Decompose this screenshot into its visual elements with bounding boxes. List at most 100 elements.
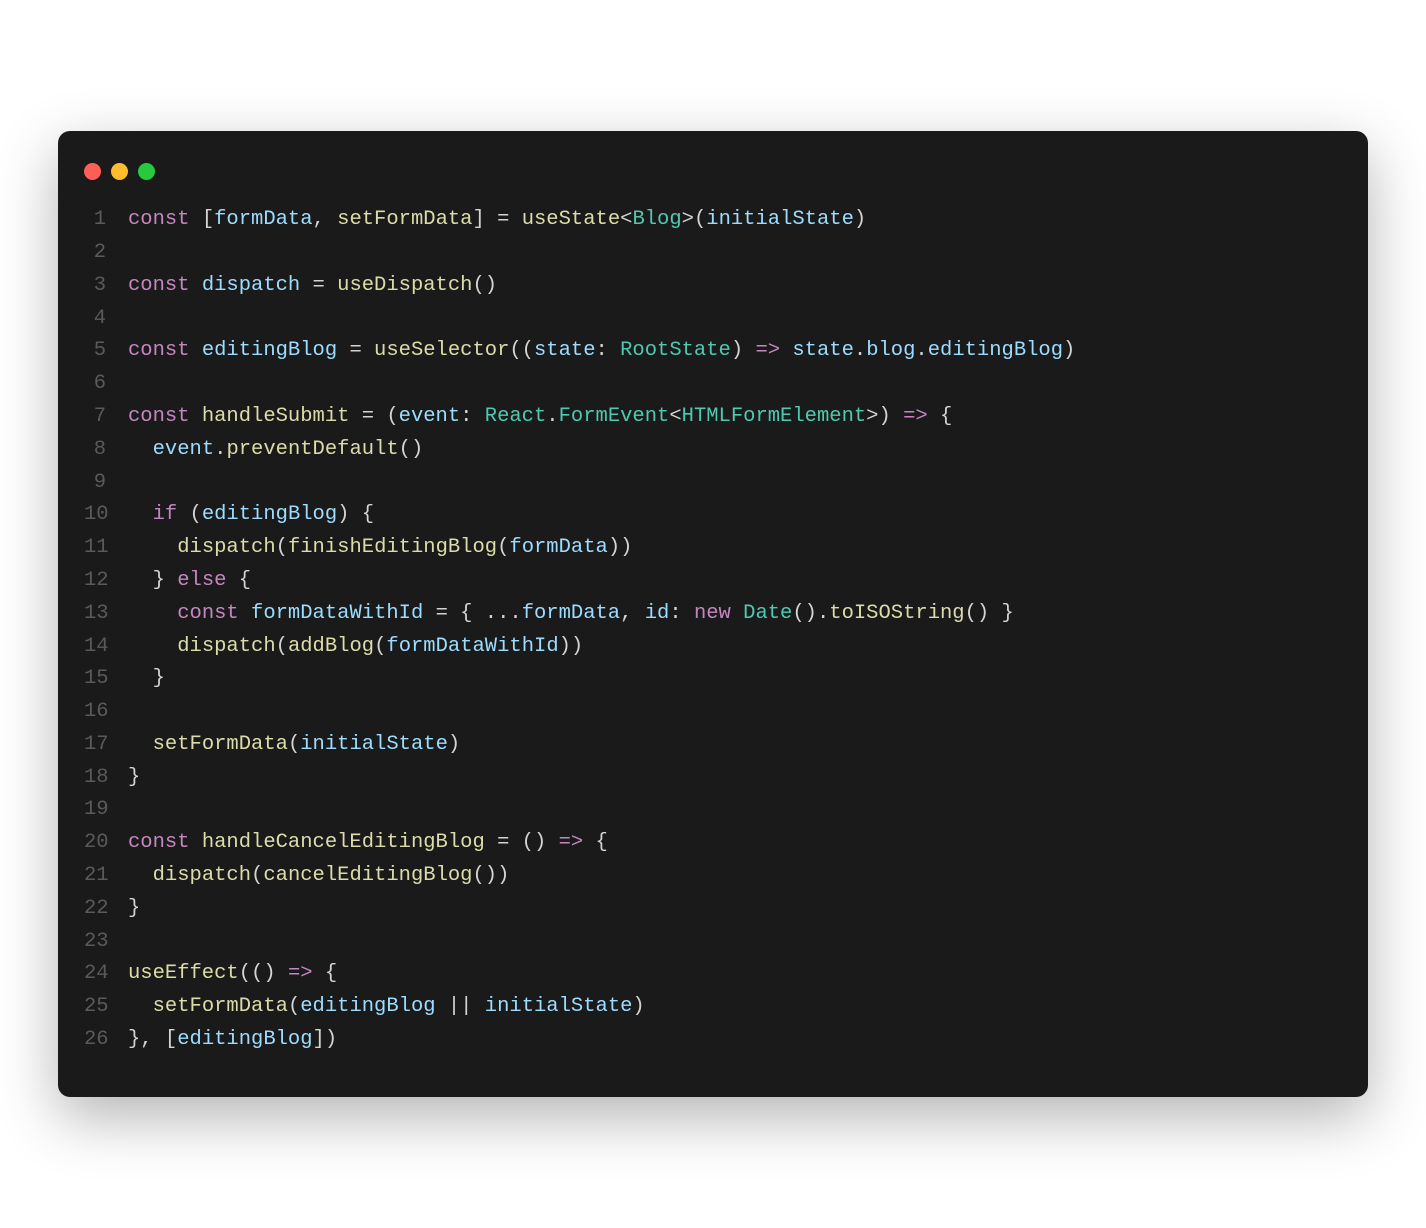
token-kw: const	[128, 831, 202, 854]
token-prop: blog	[866, 339, 915, 362]
token-punct: ,	[620, 602, 645, 625]
code-line: 25 setFormData(editingBlog || initialSta…	[84, 991, 1342, 1024]
token-punct: .	[915, 339, 927, 362]
token-punct: {	[313, 962, 338, 985]
token-punct: (	[276, 536, 288, 559]
line-number: 6	[84, 368, 128, 401]
token-prop: editingBlog	[928, 339, 1063, 362]
token-punct: }	[128, 897, 140, 920]
token-fn: cancelEditingBlog	[263, 864, 472, 887]
code-line: 1const [formData, setFormData] = useStat…	[84, 204, 1342, 237]
code-window: 1const [formData, setFormData] = useStat…	[58, 131, 1368, 1097]
code-content: const editingBlog = useSelector((state: …	[128, 335, 1075, 368]
token-punct	[128, 864, 153, 887]
minimize-icon[interactable]	[111, 163, 128, 180]
token-id: editingBlog	[300, 995, 435, 1018]
token-id: editingBlog	[177, 1028, 312, 1051]
token-id: dispatch	[202, 274, 300, 297]
token-fn: useDispatch	[337, 274, 472, 297]
token-fn: setFormData	[153, 995, 288, 1018]
token-punct: .	[214, 438, 226, 461]
token-kw: if	[153, 503, 178, 526]
token-punct: )	[1063, 339, 1075, 362]
code-line: 12 } else {	[84, 565, 1342, 598]
window-titlebar	[58, 155, 1368, 204]
token-type: RootState	[620, 339, 731, 362]
token-prop: id	[645, 602, 670, 625]
code-line: 6	[84, 368, 1342, 401]
token-punct: = ()	[485, 831, 559, 854]
code-content: const [formData, setFormData] = useState…	[128, 204, 866, 237]
token-fn: useState	[522, 208, 620, 231]
code-content: setFormData(editingBlog || initialState)	[128, 991, 645, 1024]
code-line: 5const editingBlog = useSelector((state:…	[84, 335, 1342, 368]
token-kw: =>	[559, 831, 584, 854]
token-punct	[780, 339, 792, 362]
token-punct: ] =	[472, 208, 521, 231]
token-type: HTMLFormElement	[682, 405, 867, 428]
token-punct	[128, 536, 177, 559]
code-content: setFormData(initialState)	[128, 729, 460, 762]
token-id: initialState	[300, 733, 448, 756]
token-punct: (	[276, 635, 288, 658]
token-kw: const	[177, 602, 251, 625]
token-fn: useEffect	[128, 962, 239, 985]
line-number: 10	[84, 499, 128, 532]
token-punct: :	[669, 602, 694, 625]
token-type: Date	[743, 602, 792, 625]
token-type: React	[485, 405, 547, 428]
code-line: 16	[84, 696, 1342, 729]
token-punct: ((	[509, 339, 534, 362]
token-punct: ) {	[337, 503, 374, 526]
code-line: 26}, [editingBlog])	[84, 1024, 1342, 1057]
token-punct: ])	[313, 1028, 338, 1051]
token-kw: const	[128, 339, 202, 362]
token-punct: =	[300, 274, 337, 297]
code-content	[128, 794, 140, 827]
token-punct: )	[448, 733, 460, 756]
line-number: 1	[84, 204, 128, 237]
code-content: dispatch(cancelEditingBlog())	[128, 860, 509, 893]
token-kw: const	[128, 405, 202, 428]
line-number: 9	[84, 467, 128, 500]
code-content: event.preventDefault()	[128, 434, 423, 467]
token-punct: [	[202, 208, 214, 231]
token-punct: >)	[866, 405, 903, 428]
line-number: 12	[84, 565, 128, 598]
token-punct: >(	[682, 208, 707, 231]
token-id: event	[399, 405, 461, 428]
maximize-icon[interactable]	[138, 163, 155, 180]
token-op: ||	[436, 995, 485, 1018]
code-line: 23	[84, 926, 1342, 959]
token-type: FormEvent	[559, 405, 670, 428]
token-kw: const	[128, 208, 202, 231]
code-editor[interactable]: 1const [formData, setFormData] = useStat…	[58, 204, 1368, 1057]
token-fn: dispatch	[177, 536, 275, 559]
token-id: editingBlog	[202, 339, 337, 362]
code-line: 11 dispatch(finishEditingBlog(formData))	[84, 532, 1342, 565]
token-id: formData	[522, 602, 620, 625]
token-kw: =>	[903, 405, 928, 428]
token-punct: {	[583, 831, 608, 854]
token-punct	[128, 503, 153, 526]
token-id: formDataWithId	[386, 635, 558, 658]
line-number: 11	[84, 532, 128, 565]
token-fn: handleCancelEditingBlog	[202, 831, 485, 854]
code-content	[128, 926, 140, 959]
code-content: dispatch(finishEditingBlog(formData))	[128, 532, 632, 565]
code-content	[128, 237, 140, 270]
code-line: 18}	[84, 762, 1342, 795]
token-punct: :	[596, 339, 621, 362]
token-punct	[128, 602, 177, 625]
line-number: 16	[84, 696, 128, 729]
code-content	[128, 467, 140, 500]
code-line: 2	[84, 237, 1342, 270]
token-punct: ,	[313, 208, 338, 231]
token-id: formData	[214, 208, 312, 231]
code-content: const formDataWithId = { ...formData, id…	[128, 598, 1014, 631]
close-icon[interactable]	[84, 163, 101, 180]
token-id: formDataWithId	[251, 602, 423, 625]
line-number: 25	[84, 991, 128, 1024]
token-id: state	[534, 339, 596, 362]
line-number: 19	[84, 794, 128, 827]
